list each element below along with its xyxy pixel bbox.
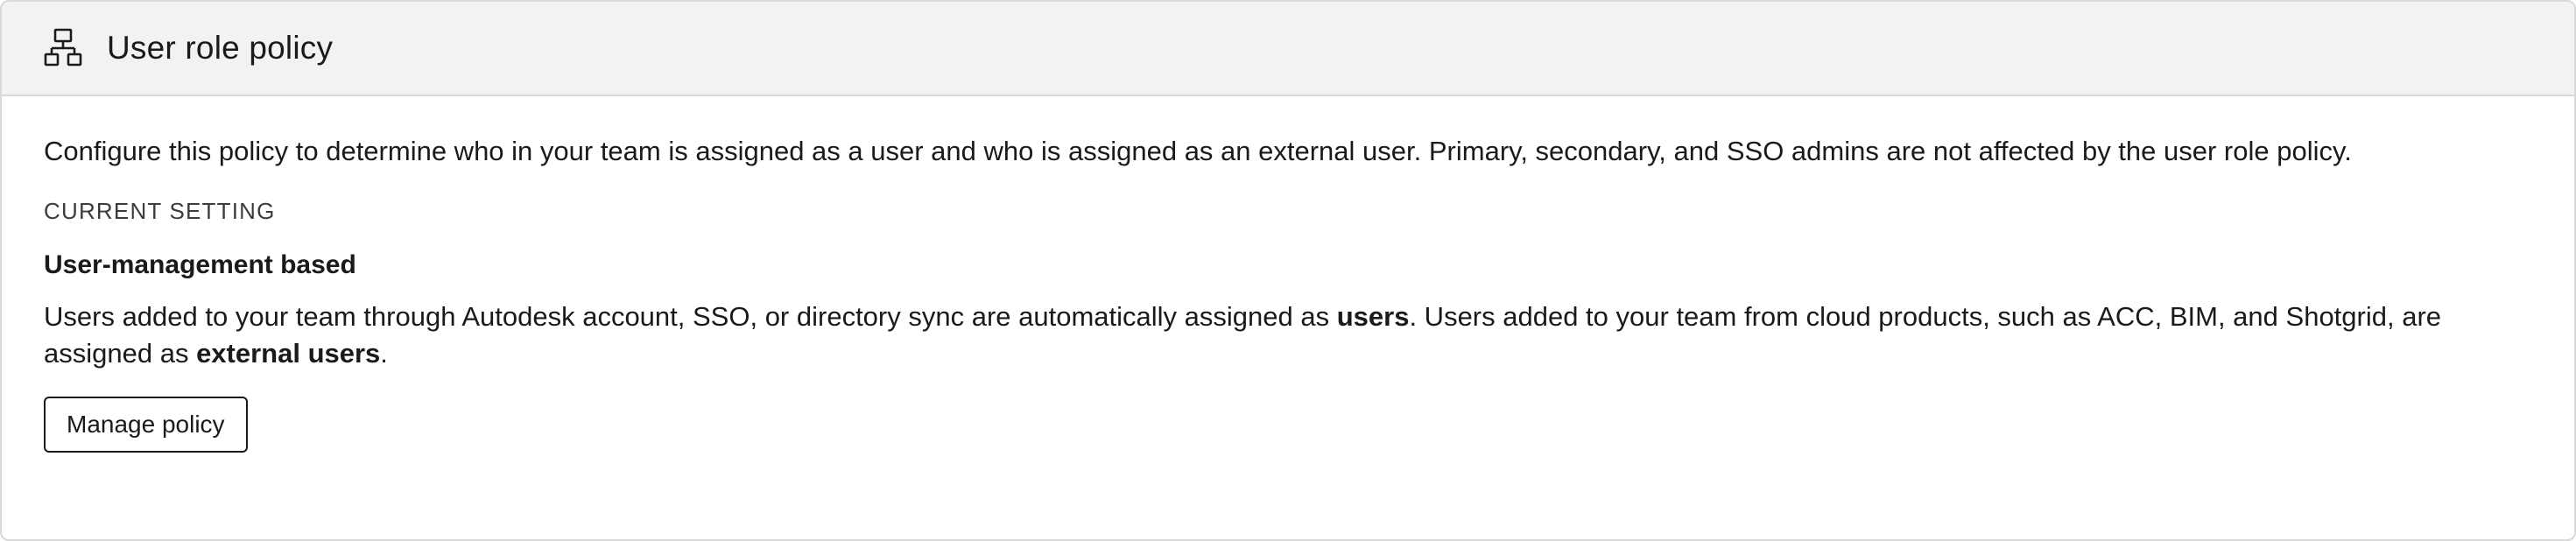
setting-name: User-management based bbox=[44, 250, 356, 279]
manage-policy-button[interactable]: Manage policy bbox=[44, 397, 248, 453]
policy-description: Configure this policy to determine who i… bbox=[44, 136, 2352, 166]
card-body: Configure this policy to determine who i… bbox=[2, 130, 2574, 453]
user-role-policy-card: User role policy Configure this policy t… bbox=[0, 0, 2576, 541]
card-title: User role policy bbox=[107, 30, 334, 66]
setting-desc-part1: Users added to your team through Autodes… bbox=[44, 301, 1337, 332]
setting-desc-bold-external-users: external users bbox=[196, 338, 381, 369]
setting-desc-part3: . bbox=[380, 338, 388, 369]
current-setting-label: CURRENT SETTING bbox=[44, 198, 276, 224]
hierarchy-icon bbox=[44, 28, 82, 68]
card-header: User role policy bbox=[2, 2, 2574, 96]
setting-desc-bold-users: users bbox=[1336, 301, 1410, 332]
setting-description: Users added to your team through Autodes… bbox=[44, 299, 2532, 372]
